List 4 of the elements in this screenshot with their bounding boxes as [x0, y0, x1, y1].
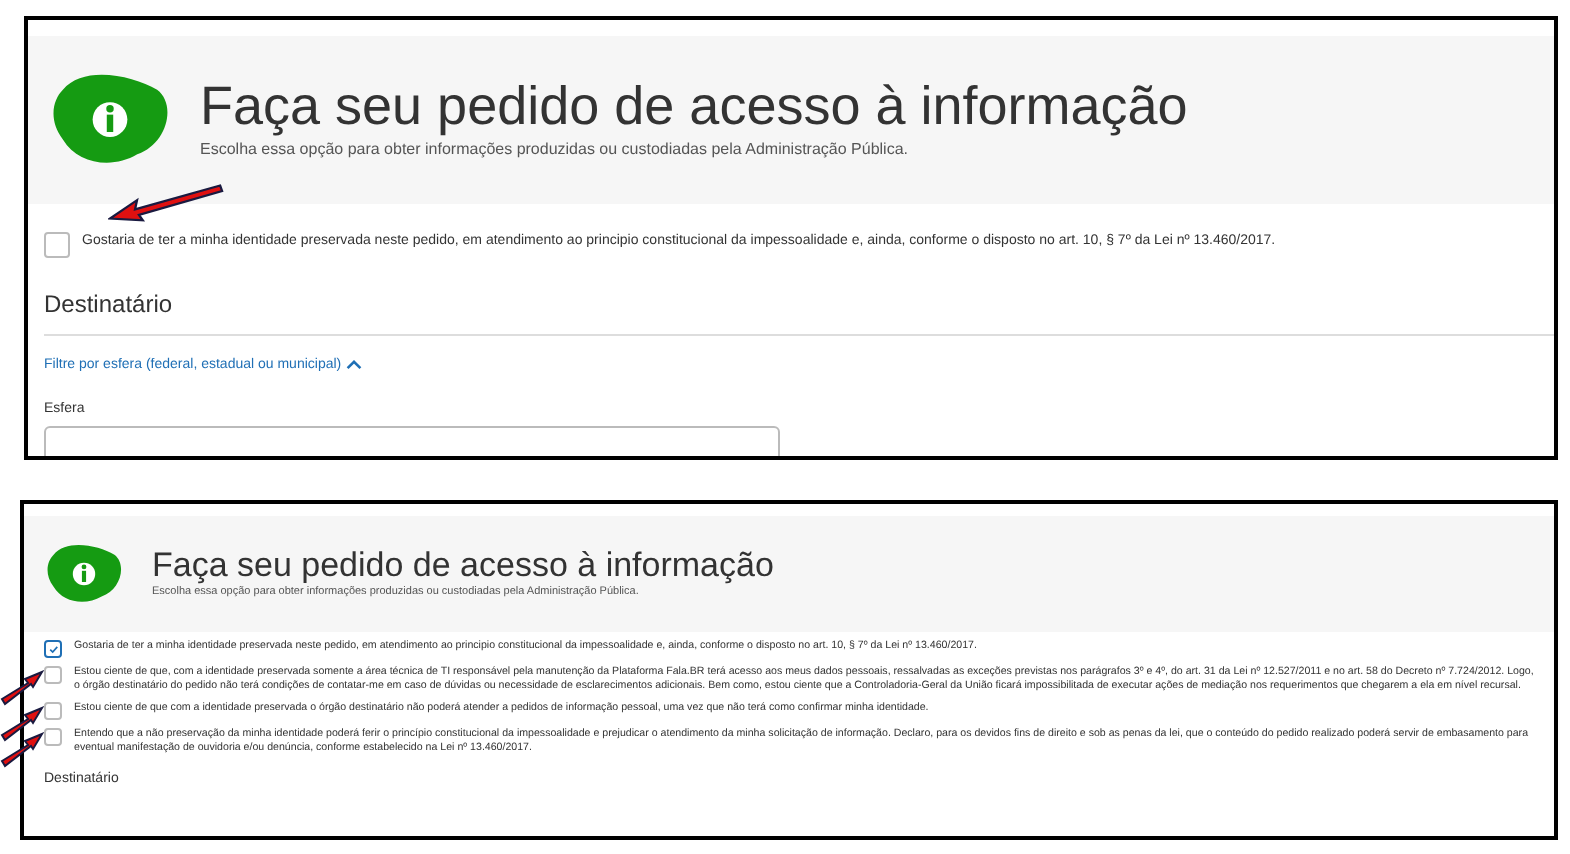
page-title: Faça seu pedido de acesso à informação	[200, 78, 1188, 138]
section-heading: Destinatário	[44, 288, 175, 322]
page-title: Faça seu pedido de acesso à informação	[152, 547, 774, 585]
page-subtitle: Escolha essa opção para obter informações produzidas ou custodiadas pela Administração Pública.	[200, 137, 910, 162]
